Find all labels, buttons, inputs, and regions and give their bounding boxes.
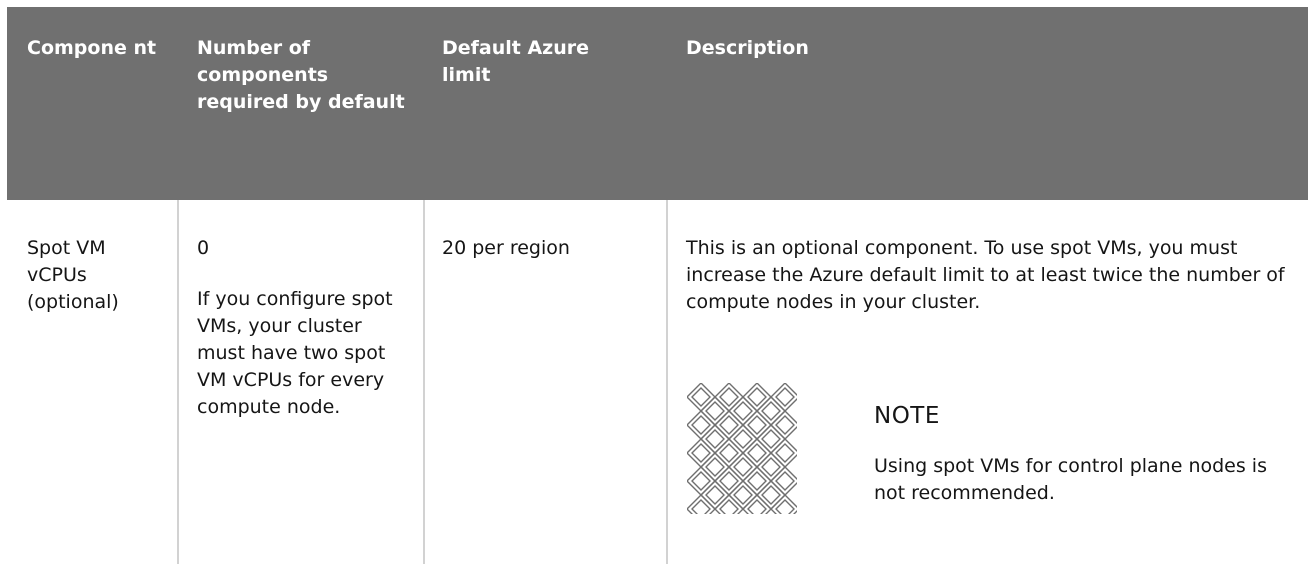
cell-description: This is an optional component. To use sp… [686, 237, 1285, 313]
header-default-azure-limit: Default Azure limit [442, 37, 590, 86]
cell-component: Spot VM vCPUs (optional) [27, 237, 119, 313]
table-header-row: Compone nt Number of components required… [7, 7, 1308, 200]
quota-table: Compone nt Number of components required… [7, 7, 1308, 564]
column-divider [177, 200, 179, 564]
column-divider [666, 200, 668, 564]
header-description: Description [686, 37, 809, 59]
header-number-of-components: Number of components required by default [197, 37, 405, 113]
column-divider [423, 200, 425, 564]
cell-count-note: If you configure spot VMs, your cluster … [197, 288, 393, 418]
cell-count: 0 [197, 237, 210, 259]
note-title: NOTE [874, 403, 940, 429]
note-admonition: NOTE Using spot VMs for control plane no… [683, 379, 1303, 514]
note-pattern-icon [687, 383, 797, 514]
cell-limit: 20 per region [442, 237, 570, 259]
header-component: Compone nt [27, 37, 157, 59]
note-text: Using spot VMs for control plane nodes i… [874, 455, 1267, 504]
